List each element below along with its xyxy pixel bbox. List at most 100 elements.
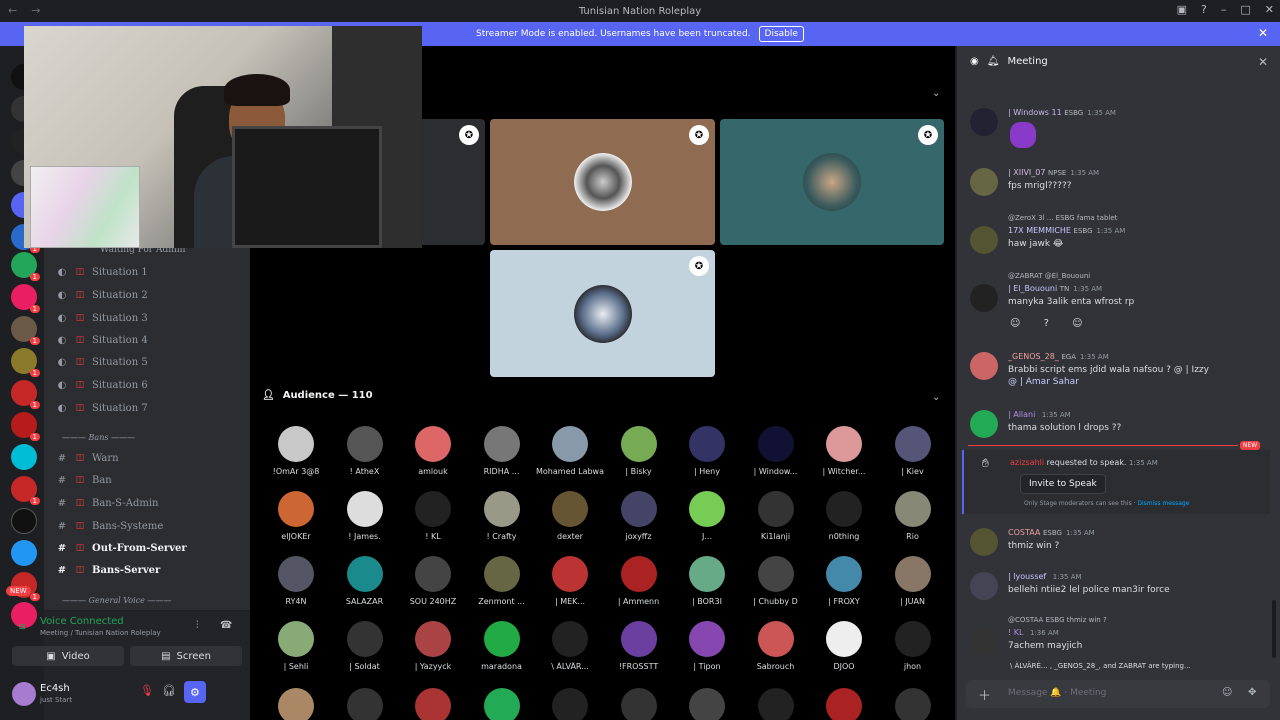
message-author[interactable]: | XIIVI_07 [1008,168,1045,177]
audience-member[interactable]: | MEK... [536,556,604,606]
screen-button[interactable]: ▤ Screen [130,646,242,666]
video-button[interactable]: ▣ Video [12,646,124,666]
audience-member[interactable]: | Witcher... [810,426,878,476]
audience-member[interactable] [468,688,536,720]
audience-member[interactable]: | BOR3I [673,556,741,606]
audience-member[interactable]: Mohamed Labwani [536,426,604,476]
chat-message[interactable]: @ZeroX 3l ... ESBG fama tablet 17X MEMMIC… [970,214,1260,266]
audience-member[interactable]: ! James. [331,491,399,541]
message-author[interactable]: | El_Bououni [1008,284,1057,293]
audience-member[interactable]: Rio [879,491,947,541]
audience-member[interactable]: amlouk [399,426,467,476]
close-icon[interactable]: ✕ [1258,55,1268,69]
audience-member[interactable] [673,688,741,720]
avatar[interactable] [970,168,998,196]
message-author[interactable]: 17X MEMMICHE [1008,226,1071,235]
channel-bans-systeme[interactable]: # ◫ Bans-Systeme [56,516,163,536]
audience-member[interactable]: ! Crafty [468,491,536,541]
audience-member[interactable] [331,688,399,720]
server-icon[interactable] [11,540,37,566]
deafen-icon[interactable]: 🎧︎ [162,684,176,703]
avatar[interactable] [970,108,998,136]
audience-member[interactable]: | Window... [742,426,810,476]
server-icon[interactable]: 1 [11,252,40,281]
server-icon[interactable] [11,508,37,534]
audience-member[interactable]: jhon [879,621,947,671]
audience-member[interactable]: | FROXY [810,556,878,606]
audience-member[interactable] [399,688,467,720]
channel-situation-4[interactable]: ◐ ◫ Situation 4 [56,330,148,350]
audience-member[interactable]: DJOO [810,621,878,671]
server-icon[interactable]: 1 [11,348,40,377]
mute-icon[interactable]: 🎙︎ [140,684,154,703]
channel-ban[interactable]: # ◫ Ban [56,470,112,490]
maximize-icon[interactable]: □ [1240,3,1250,16]
banner-close-icon[interactable]: ✕ [1258,26,1268,40]
channel-situation-7[interactable]: ◐ ◫ Situation 7 [56,398,148,418]
audience-member[interactable]: elJOKEr [262,491,330,541]
audience-member[interactable] [262,688,330,720]
speaker-tile[interactable]: ✪ [490,250,715,377]
avatar[interactable] [970,352,998,380]
message-author[interactable]: _GENOS_28_ [1008,352,1059,361]
audience-member[interactable]: SOU 240HZ [399,556,467,606]
channel-situation-1[interactable]: ◐ ◫ Situation 1 [56,262,148,282]
message-author[interactable]: COSTAA [1008,528,1040,537]
audience-member[interactable]: | Kiev [879,426,947,476]
audience-member[interactable]: | Tipon [673,621,741,671]
audience-member[interactable]: | Bisky [605,426,673,476]
audience-member[interactable]: | JUAN [879,556,947,606]
chat-message[interactable]: | lyoussef 1:35 AM bellehi ntiie2 lel pol… [970,572,1260,612]
audience-member[interactable]: !OmAr 3@8 [262,426,330,476]
channel-situation-2[interactable]: ◐ ◫ Situation 2 [56,285,148,305]
audience-member[interactable] [879,688,947,720]
disable-button[interactable]: Disable [758,26,804,42]
channel-bans-server[interactable]: # ◫ Bans-Server [56,560,160,580]
minimize-icon[interactable]: – [1221,3,1227,16]
avatar[interactable] [12,682,36,706]
audience-member[interactable] [742,688,810,720]
username[interactable]: Ec4sh [40,683,70,694]
invite-to-speak-button[interactable]: Invite to Speak [1020,474,1106,494]
chat-message[interactable]: | Allani 1:35 AM thama solution l drops ?… [970,410,1260,450]
back-arrow-icon[interactable]: ← [8,4,17,17]
server-icon[interactable]: 1 [11,412,40,441]
server-icon[interactable]: 1 [11,380,40,409]
category-general-voice[interactable]: ——— General Voice ——— [62,596,171,605]
audience-member[interactable] [810,688,878,720]
forward-arrow-icon[interactable]: → [31,4,40,17]
audience-member[interactable]: | Ammenn [605,556,673,606]
audience-member[interactable] [605,688,673,720]
audience-member[interactable]: !FROSSTT [605,621,673,671]
voice-location[interactable]: Meeting / Tunisian Nation Roleplay [40,629,161,637]
inbox-icon[interactable]: ▣ [1177,3,1187,16]
audience-member[interactable]: ! KL [399,491,467,541]
audience-member[interactable]: Sabrouch [742,621,810,671]
chevron-down-icon[interactable]: ⌄ [932,392,940,403]
voice-status[interactable]: Voice Connected [40,616,124,627]
chat-message[interactable]: | XIIVI_07 NPSE 1:35 AM fps mrigl????? [970,168,1260,208]
channel-situation-6[interactable]: ◐ ◫ Situation 6 [56,375,148,395]
audience-member[interactable]: ! AtheX [331,426,399,476]
channel-out-from-server[interactable]: # ◫ Out-From-Server [56,538,187,558]
reply-preview[interactable]: @ZeroX 3l ... ESBG fama tablet [1008,214,1117,222]
audience-member[interactable]: maradona [468,621,536,671]
audience-member[interactable]: | Chubby D [742,556,810,606]
audience-member[interactable]: | Yazyyck [399,621,467,671]
speaker-tile[interactable]: ✪ [490,119,715,245]
message-author[interactable]: | Allani [1008,410,1035,419]
audience-member[interactable]: | Soldat [331,621,399,671]
audience-member[interactable]: | Sehli [262,621,330,671]
message-author[interactable]: ! KL [1008,628,1023,637]
audience-member[interactable] [536,688,604,720]
chat-message[interactable]: COSTAA ESBG 1:35 AM thmiz win ? [970,528,1260,568]
avatar[interactable] [970,410,998,438]
help-icon[interactable]: ? [1201,3,1207,16]
server-icon[interactable]: 1 [11,284,40,313]
speaker-tile[interactable]: ✪ [720,119,944,245]
message-input[interactable]: ＋ Message 🔔 · Meeting ☺ ✥ [966,680,1270,708]
add-attachment-icon[interactable]: ＋ [978,685,991,704]
audience-member[interactable]: Zenmont ... [468,556,536,606]
server-icon[interactable] [11,444,37,470]
channel-ban-s-admin[interactable]: # ◫ Ban-S-Admin [56,493,159,513]
